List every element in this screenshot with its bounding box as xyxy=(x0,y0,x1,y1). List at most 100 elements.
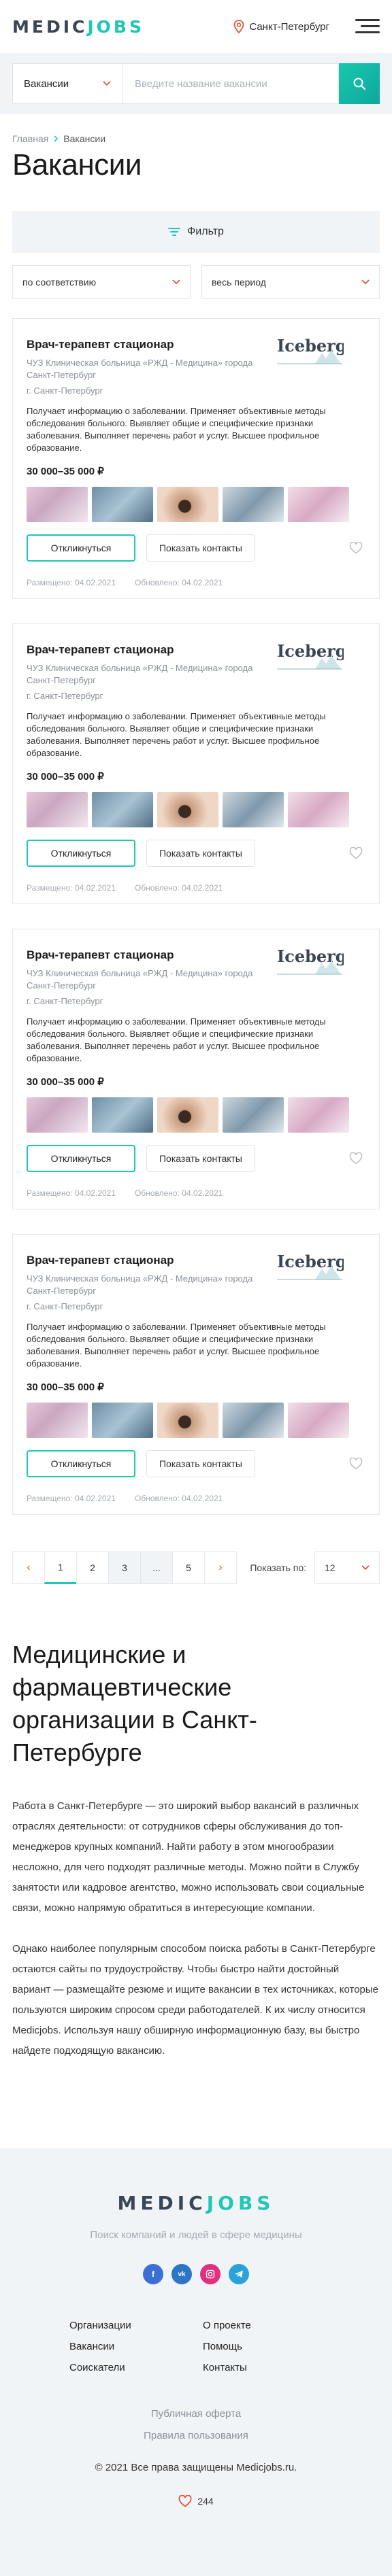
logo-part-jobs: JOBS xyxy=(87,16,144,37)
telegram-icon[interactable] xyxy=(229,2264,249,2284)
vacancy-photos xyxy=(27,1403,365,1438)
respond-button[interactable]: Откликнуться xyxy=(27,534,135,562)
likes-counter[interactable]: 244 xyxy=(0,2495,392,2507)
footer-link[interactable]: Контакты xyxy=(196,2362,323,2373)
heart-icon[interactable] xyxy=(349,542,363,554)
per-page-select[interactable]: 12 xyxy=(314,1551,380,1584)
sort-period-value: весь период xyxy=(212,277,266,288)
vacancy-photo[interactable] xyxy=(288,487,349,522)
filter-icon xyxy=(168,228,181,236)
facebook-icon[interactable]: f xyxy=(143,2264,163,2284)
page: MEDICJOBS Санкт-Петербург Вакансии Введи… xyxy=(0,0,392,2576)
company-logo[interactable]: Iceberg xyxy=(276,639,344,677)
breadcrumb: Главная Вакансии xyxy=(0,114,392,144)
per-page-label: Показать по: xyxy=(250,1562,306,1573)
vacancy-photo[interactable] xyxy=(223,487,284,522)
show-contacts-button[interactable]: Показать контакты xyxy=(146,1145,255,1172)
vacancy-description: Получает информацию о заболевании. Приме… xyxy=(27,1322,326,1369)
chevron-right-icon xyxy=(54,135,59,142)
vacancy-photo[interactable] xyxy=(157,487,218,522)
vacancy-dates: Размещено: 04.02.2021 Обновлено: 04.02.2… xyxy=(27,578,365,587)
pagination-page[interactable]: 2 xyxy=(76,1551,109,1584)
vacancy-employer[interactable]: ЧУЗ Клиническая больница «РЖД - Медицина… xyxy=(27,662,278,687)
city-selector[interactable]: Санкт-Петербург xyxy=(233,20,329,33)
pagination-prev-button[interactable]: ‹ xyxy=(12,1551,45,1584)
search-icon xyxy=(353,78,366,90)
vacancy-card: Врач-терапевт стационар ЧУЗ Клиническая … xyxy=(12,929,380,1209)
vacancy-photo[interactable] xyxy=(27,792,88,827)
search-category-select[interactable]: Вакансии xyxy=(12,63,122,104)
vacancy-photo[interactable] xyxy=(92,1403,153,1438)
heart-icon[interactable] xyxy=(349,847,363,859)
breadcrumb-home-link[interactable]: Главная xyxy=(12,133,48,144)
terms-of-use-link[interactable]: Правила пользования xyxy=(0,2425,392,2447)
respond-button[interactable]: Откликнуться xyxy=(27,840,135,867)
vacancy-photo[interactable] xyxy=(288,1097,349,1133)
show-contacts-button[interactable]: Показать контакты xyxy=(146,534,255,562)
vacancy-photo[interactable] xyxy=(92,792,153,827)
vacancy-photo[interactable] xyxy=(223,1403,284,1438)
pagination: ‹ 1 2 3... 5 › Показать по: 12 xyxy=(12,1551,380,1584)
heart-icon[interactable] xyxy=(349,1458,363,1470)
company-logo[interactable]: Iceberg xyxy=(276,334,344,372)
vacancy-photo[interactable] xyxy=(27,487,88,522)
vacancy-photo[interactable] xyxy=(27,1403,88,1438)
vacancy-photo[interactable] xyxy=(288,792,349,827)
vacancy-photo[interactable] xyxy=(27,1097,88,1133)
instagram-icon[interactable] xyxy=(200,2264,220,2284)
vacancy-dates: Размещено: 04.02.2021 Обновлено: 04.02.2… xyxy=(27,1494,365,1503)
footer-link[interactable]: Соискатели xyxy=(69,2362,196,2373)
search-bar: Вакансии xyxy=(0,53,392,114)
vacancy-photo[interactable] xyxy=(92,1097,153,1133)
footer-logo[interactable]: MEDICJOBS xyxy=(118,2192,275,2214)
filter-button[interactable]: Фильтр xyxy=(12,211,380,253)
vacancy-photo[interactable] xyxy=(157,1403,218,1438)
vacancy-photo[interactable] xyxy=(223,1097,284,1133)
vacancy-photo[interactable] xyxy=(223,792,284,827)
company-logo[interactable]: Iceberg xyxy=(276,1250,344,1288)
vacancy-employer[interactable]: ЧУЗ Клиническая больница «РЖД - Медицина… xyxy=(27,1273,278,1297)
copyright: © 2021 Все права защищены Medicjobs.ru. xyxy=(95,2462,297,2473)
logo-part-jobs: JOBS xyxy=(206,2192,275,2214)
vacancy-photo[interactable] xyxy=(157,792,218,827)
vk-icon[interactable]: vk xyxy=(172,2264,192,2284)
pagination-page[interactable]: 3 xyxy=(108,1551,141,1584)
respond-button[interactable]: Откликнуться xyxy=(27,1450,135,1477)
pagination-next-button[interactable]: › xyxy=(204,1551,237,1584)
vacancy-list: Врач-терапевт стационар ЧУЗ Клиническая … xyxy=(0,318,392,1515)
public-offer-link[interactable]: Публичная оферта xyxy=(0,2403,392,2425)
vacancy-city: г. Санкт-Петербург xyxy=(27,385,103,396)
footer-link[interactable]: О проекте xyxy=(196,2320,323,2331)
company-logo[interactable]: Iceberg xyxy=(276,944,344,982)
search-input[interactable] xyxy=(122,63,339,104)
vacancy-description: Получает информацию о заболевании. Приме… xyxy=(27,711,326,758)
respond-button[interactable]: Откликнуться xyxy=(27,1145,135,1172)
vacancy-dates: Размещено: 04.02.2021 Обновлено: 04.02.2… xyxy=(27,1188,365,1198)
footer-link[interactable]: Вакансии xyxy=(69,2341,196,2352)
footer-link[interactable]: Организации xyxy=(69,2320,196,2331)
heart-icon[interactable] xyxy=(349,1152,363,1165)
site-footer: MEDICJOBS Поиск компаний и людей в сфере… xyxy=(0,2148,392,2576)
burger-menu-icon[interactable] xyxy=(355,19,380,34)
vacancy-dates: Размещено: 04.02.2021 Обновлено: 04.02.2… xyxy=(27,883,365,893)
show-contacts-button[interactable]: Показать контакты xyxy=(146,840,255,867)
sort-period-select[interactable]: весь период xyxy=(201,265,380,299)
search-button[interactable] xyxy=(339,63,380,104)
pagination-page[interactable]: 1 xyxy=(44,1551,77,1584)
footer-link[interactable]: Помощь xyxy=(196,2341,323,2352)
vacancy-employer[interactable]: ЧУЗ Клиническая больница «РЖД - Медицина… xyxy=(27,357,278,381)
per-page-control: Показать по: 12 xyxy=(250,1551,380,1584)
company-logo-text: Iceberg xyxy=(277,336,344,356)
pagination-page[interactable]: 5 xyxy=(172,1551,205,1584)
vacancy-photos xyxy=(27,792,365,827)
vacancy-photo[interactable] xyxy=(157,1097,218,1133)
vacancy-updated-date: Обновлено: 04.02.2021 xyxy=(135,578,223,587)
vacancy-employer[interactable]: ЧУЗ Клиническая больница «РЖД - Медицина… xyxy=(27,967,278,992)
vacancy-posted-date: Размещено: 04.02.2021 xyxy=(27,578,116,587)
show-contacts-button[interactable]: Показать контакты xyxy=(146,1450,255,1477)
sort-order-select[interactable]: по соответствию xyxy=(12,265,191,299)
vacancy-photo[interactable] xyxy=(288,1403,349,1438)
sort-row: по соответствию весь период xyxy=(12,265,380,299)
vacancy-photo[interactable] xyxy=(92,487,153,522)
site-logo[interactable]: MEDICJOBS xyxy=(12,17,144,37)
